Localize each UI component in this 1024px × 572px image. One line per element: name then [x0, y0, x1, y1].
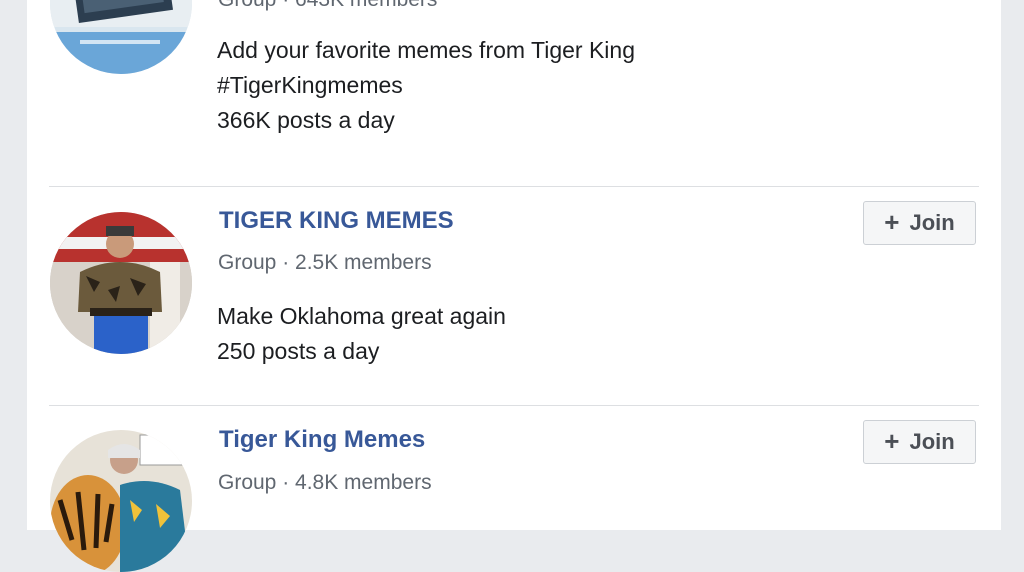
group-result-3: Tiger King Memes Group · 4.8K members + … [27, 406, 1001, 572]
join-button-label: Join [909, 429, 955, 454]
plus-icon: + [884, 426, 900, 456]
group-description-line: Add your favorite memes from Tiger King [217, 37, 635, 63]
group-meta-3: Group · 4.8K members [218, 471, 432, 494]
group-title-link[interactable]: TIGER KING MEMES [219, 207, 454, 235]
group-title-link[interactable]: Tiger King Memes [219, 426, 425, 454]
group-avatar-3[interactable] [50, 430, 192, 572]
group-result-1: Group · 643K members Add your favorite m… [27, 0, 1001, 186]
group-description-line: #TigerKingmemes [217, 72, 403, 98]
group-description-2: Make Oklahoma great again 250 posts a da… [217, 299, 506, 369]
join-button[interactable]: + Join [863, 420, 976, 464]
group-description-line: Make Oklahoma great again [217, 303, 506, 329]
group-meta-1: Group · 643K members [218, 0, 437, 12]
plus-icon: + [884, 207, 900, 237]
group-avatar-2[interactable] [50, 212, 192, 354]
group-activity: 250 posts a day [217, 338, 380, 364]
group-activity: 366K posts a day [217, 107, 395, 133]
join-button[interactable]: + Join [863, 201, 976, 245]
join-button-label: Join [909, 210, 955, 235]
group-description-1: Add your favorite memes from Tiger King … [217, 33, 635, 138]
group-meta-2: Group · 2.5K members [218, 251, 432, 274]
group-avatar-1[interactable] [50, 0, 192, 74]
search-results-card: Group · 643K members Add your favorite m… [27, 0, 1001, 572]
group-result-2: TIGER KING MEMES Group · 2.5K members Ma… [27, 187, 1001, 405]
